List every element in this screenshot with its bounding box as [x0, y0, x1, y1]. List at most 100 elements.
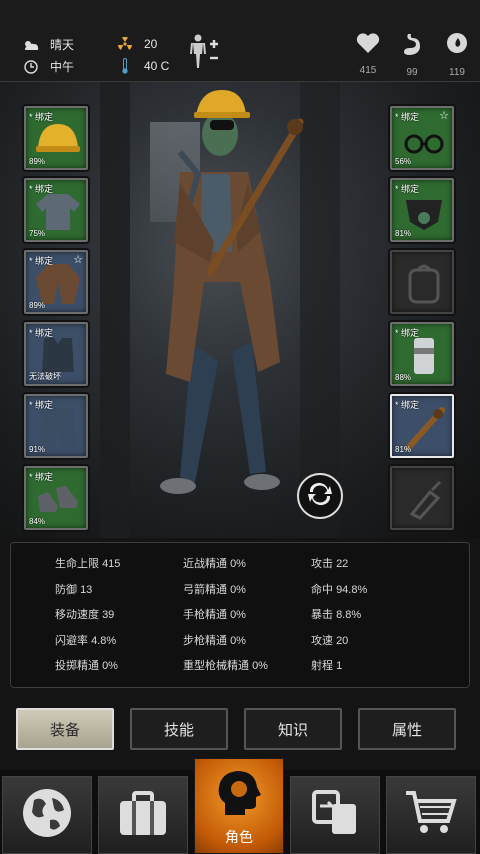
stat-defense: 防御 13: [55, 584, 93, 596]
slot-accessory[interactable]: * 绑定 88%: [390, 322, 454, 386]
vest-icon: [42, 338, 74, 372]
slot-backpack-empty[interactable]: [390, 250, 454, 314]
nav-map[interactable]: [2, 776, 92, 854]
bound-tag: * 绑定: [29, 328, 54, 338]
swap-icon: [305, 482, 335, 511]
stat-rifle: 步枪精通 0%: [183, 635, 246, 647]
durability: 84%: [29, 517, 46, 526]
hunger-value: 99: [406, 67, 418, 78]
glasses-icon: [404, 134, 444, 154]
bottom-nav: 角色: [0, 758, 480, 854]
body-status-icon[interactable]: [188, 34, 222, 75]
shoes-icon: [38, 486, 78, 512]
stat-dodge: 闪避率 4.8%: [55, 635, 117, 647]
hunger-stat: 99: [392, 32, 432, 78]
bound-tag: * 绑定: [29, 400, 54, 410]
character-figure[interactable]: [140, 82, 320, 507]
star-icon: ☆: [439, 110, 449, 122]
bound-tag: * 绑定: [29, 472, 54, 482]
trade-icon: [310, 788, 360, 843]
radiation-value: 20: [144, 37, 158, 51]
character-head-icon: [215, 769, 263, 824]
bound-tag: * 绑定: [395, 112, 420, 122]
durability: 88%: [395, 373, 412, 382]
slot-head[interactable]: * 绑定 89%: [24, 106, 88, 170]
cart-icon: [404, 789, 458, 842]
slot-throwable-empty[interactable]: [390, 466, 454, 530]
character-scene: * 绑定 89% * 绑定 75% * 绑定 ☆ 89% * 绑定 无法破坏 *…: [0, 82, 480, 538]
temperature-value: 40 C: [144, 59, 170, 73]
durability: 89%: [29, 157, 46, 166]
bound-tag: * 绑定: [395, 184, 420, 194]
stat-attack-speed: 攻速 20: [311, 635, 349, 647]
stat-throwing: 投掷精通 0%: [55, 660, 118, 672]
stat-melee: 近战精通 0%: [183, 558, 246, 570]
water-drop-icon: [446, 33, 468, 60]
radiation-status: 20: [116, 36, 157, 52]
durability: 75%: [29, 229, 46, 238]
nav-shop[interactable]: [386, 776, 476, 854]
stat-max-health: 生命上限 415: [55, 558, 121, 570]
star-icon: ☆: [73, 254, 83, 266]
health-value: 415: [359, 65, 377, 76]
bound-tag: * 绑定: [395, 328, 420, 338]
slot-pants[interactable]: * 绑定 91%: [24, 394, 88, 458]
durability: 81%: [395, 445, 412, 454]
weather-label: 晴天: [50, 38, 75, 52]
thirst-value: 119: [449, 67, 465, 78]
nav-trade[interactable]: [290, 776, 380, 854]
heart-icon: [356, 33, 380, 58]
swap-weapon-button[interactable]: [297, 473, 343, 519]
tab-skills[interactable]: 技能: [130, 708, 228, 750]
slot-eyewear[interactable]: * 绑定 ☆ 56%: [390, 106, 454, 170]
stomach-icon: [400, 34, 424, 60]
tab-knowledge[interactable]: 知识: [244, 708, 342, 750]
durability: 89%: [29, 301, 46, 310]
stat-attack: 攻击 22: [311, 558, 349, 570]
nav-inventory[interactable]: [98, 776, 188, 854]
stat-move-speed: 移动速度 39: [55, 609, 115, 621]
tab-equipment[interactable]: 装备: [16, 708, 114, 750]
slot-shirt[interactable]: * 绑定 75%: [24, 178, 88, 242]
bound-tag: * 绑定: [395, 400, 420, 410]
molotov-placeholder-icon: [409, 480, 442, 520]
stat-critical: 暴击 8.8%: [311, 609, 362, 621]
slot-vest[interactable]: * 绑定 无法破坏: [24, 322, 88, 386]
thermometer-icon: [116, 58, 134, 74]
slot-coat[interactable]: * 绑定 ☆ 89%: [24, 250, 88, 314]
coat-icon: [36, 264, 80, 304]
slot-shoes[interactable]: * 绑定 84%: [24, 466, 88, 530]
status-bar: 晴天 中午 20 40 C 415 99 119: [0, 0, 480, 82]
stat-accuracy: 命中 94.8%: [311, 584, 368, 596]
stats-panel: 生命上限 415 防御 13 移动速度 39 闪避率 4.8% 投掷精通 0% …: [10, 542, 470, 688]
gas-mask-icon: [406, 200, 442, 230]
jeans-icon: [40, 408, 76, 448]
stat-archery: 弓箭精通 0%: [183, 584, 246, 596]
time-label: 中午: [50, 60, 75, 74]
bound-tag: * 绑定: [29, 256, 54, 266]
thirst-stat: 119: [437, 32, 477, 78]
nav-character-label: 角色: [225, 829, 253, 845]
character-tabs: 装备 技能 知识 属性: [0, 700, 480, 760]
durability: 无法破坏: [29, 372, 61, 381]
stat-pistol: 手枪精通 0%: [183, 609, 246, 621]
durability: 56%: [395, 157, 412, 166]
sun-cloud-icon: [22, 37, 40, 53]
durability: 81%: [395, 229, 412, 238]
radiation-icon: [116, 36, 134, 52]
clock-icon: [22, 59, 40, 75]
bound-tag: * 绑定: [29, 184, 54, 194]
backpack-icon: [116, 789, 170, 842]
slot-weapon[interactable]: * 绑定 81%: [390, 394, 454, 458]
spiked-bat-icon: [405, 407, 445, 450]
nav-character[interactable]: 角色: [194, 758, 284, 854]
bound-tag: * 绑定: [29, 112, 54, 122]
time-status: 中午: [22, 58, 74, 75]
globe-icon: [20, 786, 74, 845]
tab-attributes[interactable]: 属性: [358, 708, 456, 750]
health-stat: 415: [348, 32, 388, 76]
slot-mask[interactable]: * 绑定 81%: [390, 178, 454, 242]
canister-icon: [414, 338, 434, 374]
tshirt-icon: [36, 194, 80, 230]
temperature-status: 40 C: [116, 58, 169, 74]
